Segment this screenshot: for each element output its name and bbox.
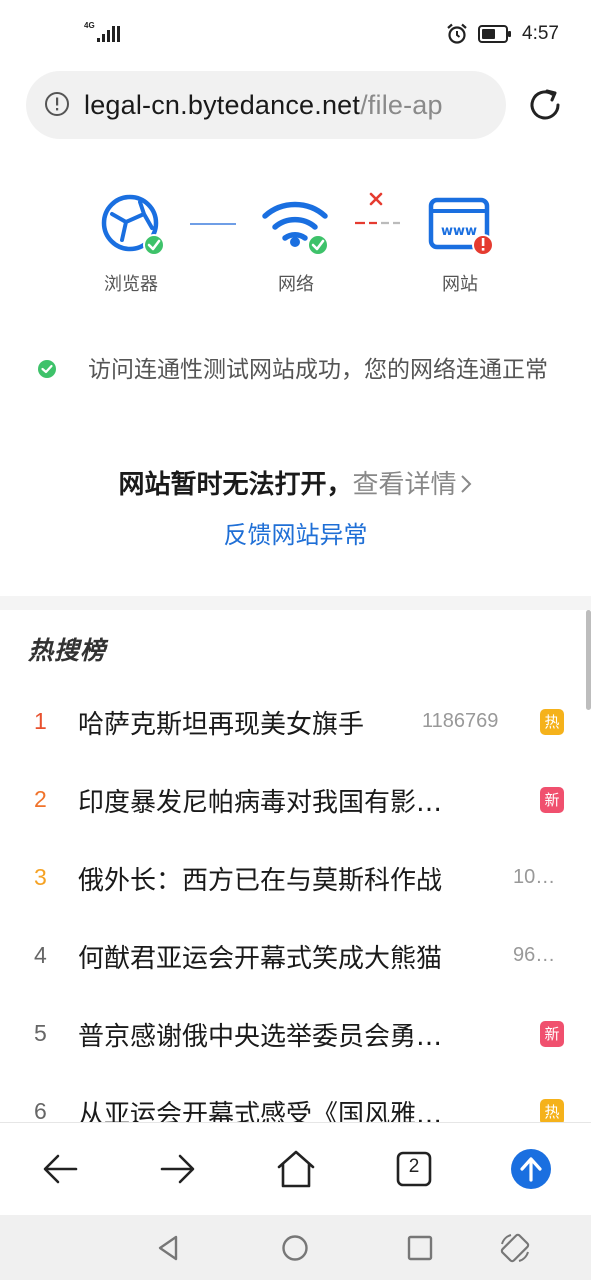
forward-arrow-icon[interactable]: [156, 1147, 200, 1191]
rotate-screen-icon[interactable]: [498, 1231, 532, 1265]
hot-search-count: 10…: [513, 866, 556, 888]
website-label: 网站: [442, 274, 478, 295]
back-arrow-icon[interactable]: [38, 1147, 82, 1191]
tabs-button[interactable]: 2: [392, 1147, 436, 1191]
chevron-right-icon: [460, 475, 471, 493]
browser-label: 浏览器: [104, 274, 158, 295]
rank-number: 2: [34, 786, 47, 812]
battery-icon: [478, 25, 512, 43]
hot-search-text: 印度暴发尼帕病毒对我国有影…: [78, 788, 443, 818]
scroll-to-top-icon[interactable]: [509, 1147, 553, 1191]
view-details-link[interactable]: 查看详情: [353, 470, 473, 500]
rank-number: 5: [34, 1020, 47, 1046]
url-path: /file-ap: [360, 90, 443, 120]
hot-search-item[interactable]: 2 印度暴发尼帕病毒对我国有影… 新: [0, 776, 591, 836]
hot-search-item[interactable]: 4 何猷君亚运会开幕式笑成大熊猫 96…: [0, 932, 591, 992]
address-bar[interactable]: legal-cn.bytedance.net/file-ap: [26, 71, 506, 139]
system-navigation-bar: [0, 1215, 591, 1280]
url-text[interactable]: legal-cn.bytedance.net/file-ap: [84, 89, 443, 121]
svg-text:www: www: [441, 224, 477, 239]
cellular-signal-icon: 4G: [84, 21, 120, 44]
hot-search-text: 何猷君亚运会开幕式笑成大熊猫: [78, 944, 443, 974]
scrollbar[interactable]: [586, 610, 591, 710]
reload-icon[interactable]: [525, 85, 565, 125]
rank-number: 6: [34, 1098, 47, 1122]
unavailable-text: 网站暂时无法打开，: [118, 470, 353, 500]
network-label: 网络: [278, 274, 314, 295]
alarm-icon: [447, 23, 467, 44]
tab-count: 2: [408, 1156, 420, 1177]
new-badge: 新: [540, 1021, 564, 1047]
wifi-icon: [262, 201, 329, 256]
view-details-label: 查看详情: [352, 470, 457, 500]
status-bar: 4G 4:57: [0, 0, 591, 64]
site-info-icon[interactable]: [44, 91, 70, 117]
hot-search-item[interactable]: 6 从亚运会开幕式感受《国风雅… 热: [0, 1088, 591, 1122]
hot-search-text: 俄外长：西方已在与莫斯科作战: [78, 866, 443, 896]
hot-search-title: 热搜榜: [28, 631, 106, 667]
browser-globe-icon: [101, 194, 165, 256]
success-check-icon: [38, 360, 56, 378]
hot-search-text: 普京感谢俄中央选举委员会勇…: [78, 1022, 443, 1052]
url-host: legal-cn.bytedance.net: [84, 90, 361, 120]
hot-search-item[interactable]: 3 俄外长：西方已在与莫斯科作战 10…: [0, 854, 591, 914]
nav-recents-icon[interactable]: [403, 1231, 437, 1265]
hot-search-text: 哈萨克斯坦再现美女旗手: [78, 710, 365, 740]
rank-number: 1: [34, 708, 47, 734]
new-badge: 新: [540, 787, 564, 813]
network-type: 4G: [84, 21, 95, 30]
connection-failed-icon: [355, 192, 400, 225]
home-icon[interactable]: [274, 1147, 318, 1191]
website-www-icon: www: [428, 197, 494, 256]
section-divider: [0, 596, 591, 610]
hot-search-item[interactable]: 5 普京感谢俄中央选举委员会勇… 新: [0, 1010, 591, 1070]
rank-number: 4: [34, 942, 47, 968]
hot-badge: 热: [540, 1099, 564, 1122]
nav-back-icon[interactable]: [152, 1231, 186, 1265]
hot-search-text: 从亚运会开幕式感受《国风雅…: [78, 1100, 443, 1122]
connector-line: [190, 223, 236, 225]
report-site-issue-link[interactable]: 反馈网站异常: [0, 515, 591, 550]
site-unavailable-row: 网站暂时无法打开，查看详情: [0, 464, 591, 501]
hot-badge: 热: [540, 709, 564, 735]
hot-search-title-text: 热搜榜: [28, 636, 107, 665]
hot-search-count: 1186769: [422, 710, 499, 732]
hot-search-item[interactable]: 1 哈萨克斯坦再现美女旗手 1186769 热: [0, 698, 591, 758]
rank-number: 3: [34, 864, 47, 890]
nav-home-icon[interactable]: [278, 1231, 312, 1265]
success-message: 访问连通性测试网站成功，您的网络连通正常: [88, 357, 548, 383]
browser-toolbar: 2: [0, 1122, 591, 1216]
clock: 4:57: [522, 23, 559, 44]
hot-search-count: 96…: [513, 944, 556, 966]
